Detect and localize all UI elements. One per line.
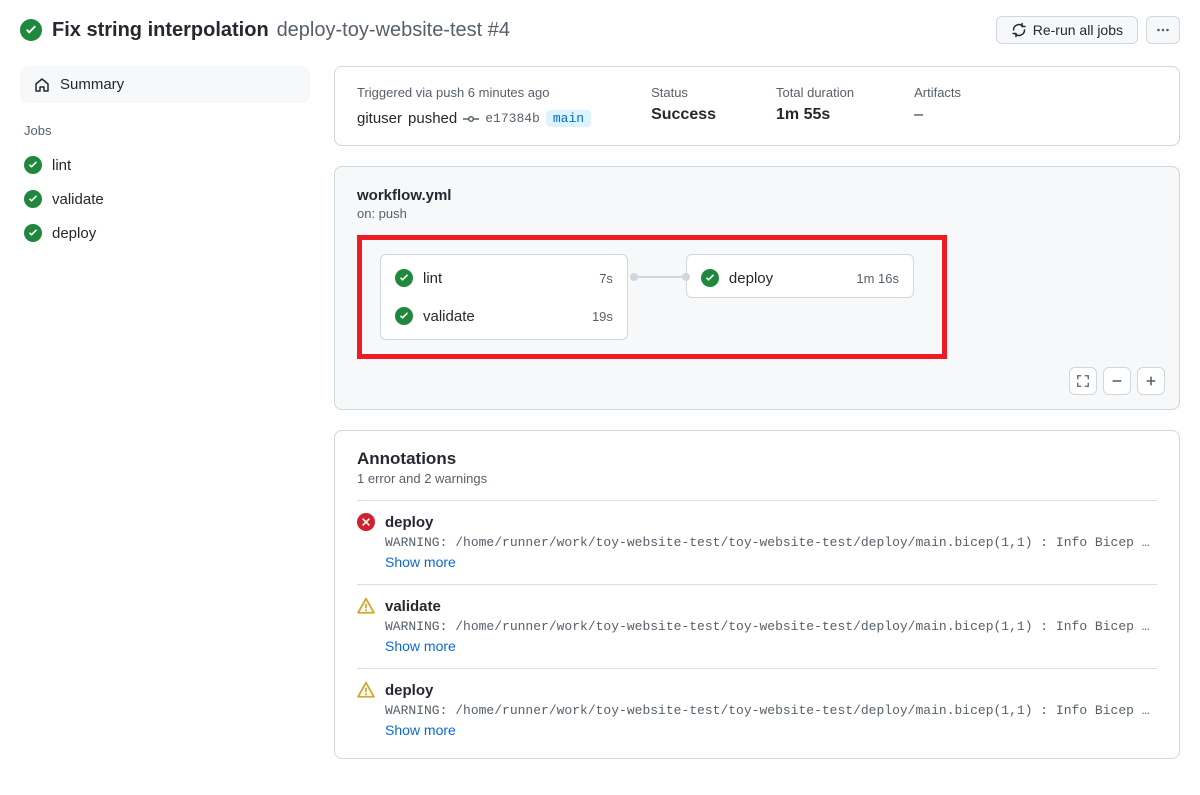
commit-sha[interactable]: e17384b	[485, 111, 540, 126]
success-icon	[395, 307, 413, 325]
trigger-action: pushed	[408, 110, 457, 127]
commit-message: Fix string interpolation	[52, 19, 269, 41]
branch-pill[interactable]: main	[546, 110, 591, 127]
artifacts-label: Artifacts	[914, 85, 961, 100]
success-icon	[24, 190, 42, 208]
kebab-icon	[1155, 22, 1171, 38]
success-icon	[24, 224, 42, 242]
warning-icon	[357, 681, 375, 699]
annotations-card: Annotations 1 error and 2 warnings deplo…	[334, 430, 1180, 759]
workflow-trigger: on: push	[357, 206, 1157, 221]
annotation-item: deploy WARNING: /home/runner/work/toy-we…	[357, 500, 1157, 584]
sidebar-item-deploy[interactable]: deploy	[20, 216, 310, 250]
workflow-graph-card: workflow.yml on: push lint 7s	[334, 166, 1180, 410]
success-icon	[20, 19, 42, 41]
zoom-out-button[interactable]	[1103, 367, 1131, 395]
sidebar-item-validate[interactable]: validate	[20, 182, 310, 216]
actor-name[interactable]: gituser	[357, 110, 402, 127]
status-label: Status	[651, 85, 716, 100]
zoom-in-button[interactable]	[1137, 367, 1165, 395]
more-actions-button[interactable]	[1146, 16, 1180, 44]
header-actions: Re-run all jobs	[996, 16, 1180, 44]
annotation-message: WARNING: /home/runner/work/toy-website-t…	[357, 535, 1157, 550]
sync-icon	[1011, 22, 1027, 38]
show-more-link[interactable]: Show more	[357, 638, 1157, 654]
rerun-all-button[interactable]: Re-run all jobs	[996, 16, 1138, 44]
main-content: Triggered via push 6 minutes ago gituser…	[334, 66, 1180, 779]
run-header: Fix string interpolation deploy-toy-webs…	[20, 16, 1180, 44]
annotation-message: WARNING: /home/runner/work/toy-website-t…	[357, 703, 1157, 718]
sidebar-item-lint[interactable]: lint	[20, 148, 310, 182]
duration-label: Total duration	[776, 85, 854, 100]
job-name: validate	[423, 308, 475, 325]
annotations-title: Annotations	[357, 449, 1157, 469]
warning-icon	[357, 597, 375, 615]
annotation-job: validate	[385, 598, 441, 615]
workflow-graph[interactable]: lint 7s validate 19s	[380, 254, 914, 340]
job-name: lint	[423, 270, 442, 287]
job-name: lint	[52, 157, 71, 174]
error-icon	[357, 513, 375, 531]
success-icon	[24, 156, 42, 174]
summary-label: Summary	[60, 76, 124, 93]
run-title: Fix string interpolation deploy-toy-webs…	[52, 19, 510, 42]
stage-group-2: deploy 1m 16s	[686, 254, 914, 298]
status-value: Success	[651, 106, 716, 124]
job-node-lint[interactable]: lint 7s	[381, 259, 627, 297]
commit-icon	[463, 111, 479, 127]
run-title-group: Fix string interpolation deploy-toy-webs…	[20, 19, 510, 42]
trigger-label: Triggered via push 6 minutes ago	[357, 85, 591, 100]
home-icon	[34, 77, 50, 93]
show-more-link[interactable]: Show more	[357, 554, 1157, 570]
highlight-box: lint 7s validate 19s	[357, 235, 947, 359]
rerun-label: Re-run all jobs	[1033, 22, 1123, 38]
fullscreen-button[interactable]	[1069, 367, 1097, 395]
job-node-validate[interactable]: validate 19s	[381, 297, 627, 335]
job-node-deploy[interactable]: deploy 1m 16s	[687, 259, 913, 297]
annotation-item: deploy WARNING: /home/runner/work/toy-we…	[357, 668, 1157, 752]
job-duration: 1m 16s	[856, 271, 899, 286]
sidebar-item-summary[interactable]: Summary	[20, 66, 310, 103]
annotation-message: WARNING: /home/runner/work/toy-website-t…	[357, 619, 1157, 634]
success-icon	[395, 269, 413, 287]
artifacts-value: –	[914, 106, 961, 124]
run-meta-card: Triggered via push 6 minutes ago gituser…	[334, 66, 1180, 146]
trigger-line: gituser pushed e17384b main	[357, 110, 591, 127]
zoom-controls	[1069, 367, 1165, 395]
annotation-item: validate WARNING: /home/runner/work/toy-…	[357, 584, 1157, 668]
annotations-subtitle: 1 error and 2 warnings	[357, 471, 1157, 486]
duration-value: 1m 55s	[776, 106, 854, 124]
jobs-heading: Jobs	[24, 123, 306, 138]
job-duration: 7s	[599, 271, 613, 286]
sidebar: Summary Jobs lint validate deploy	[20, 66, 310, 250]
success-icon	[701, 269, 719, 287]
job-name: validate	[52, 191, 104, 208]
annotation-job: deploy	[385, 514, 433, 531]
workflow-ref: deploy-toy-website-test #4	[277, 19, 510, 41]
job-duration: 19s	[592, 309, 613, 324]
graph-connector	[634, 276, 686, 278]
workflow-file: workflow.yml	[357, 187, 1157, 204]
job-name: deploy	[729, 270, 773, 287]
stage-group-1: lint 7s validate 19s	[380, 254, 628, 340]
annotation-job: deploy	[385, 682, 433, 699]
show-more-link[interactable]: Show more	[357, 722, 1157, 738]
job-name: deploy	[52, 225, 96, 242]
